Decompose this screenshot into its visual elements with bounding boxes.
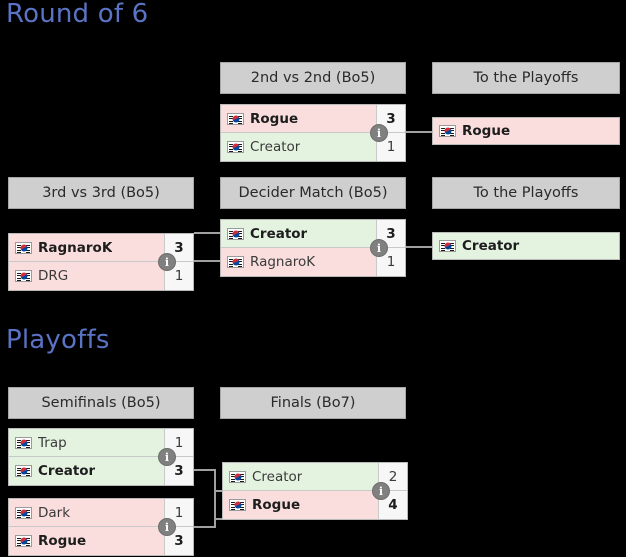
south-korea-flag-icon (229, 499, 246, 511)
opponent-name: DRG (38, 268, 69, 284)
connector-finals-top-in (214, 490, 222, 492)
opponent-name: Creator (252, 468, 303, 485)
header-decider-match-label: Decider Match (Bo5) (238, 185, 388, 201)
header-to-the-playoffs-1-label: To the Playoffs (473, 70, 579, 86)
header-finals: Finals (Bo7) (220, 387, 406, 419)
connector-sf1-vertical (214, 469, 216, 499)
connector-sf2-out (194, 526, 216, 528)
header-2nd-vs-2nd: 2nd vs 2nd (Bo5) (220, 62, 406, 94)
opponent-name: Rogue (250, 110, 299, 127)
qualified-team-creator[interactable]: Creator (432, 232, 620, 260)
opponent-top: Creator (223, 463, 378, 490)
opponent-top: Dark (9, 499, 164, 526)
connector-3rd-winner-to-decider (194, 260, 220, 262)
connector-sf2-vertical (214, 498, 216, 528)
qualified-team-name: Creator (462, 238, 520, 254)
connector-r1-to-qualified-rogue (406, 131, 432, 133)
header-3rd-vs-3rd: 3rd vs 3rd (Bo5) (8, 177, 194, 209)
connector-finals-bottom-in (214, 518, 222, 520)
opponent-name: Rogue (252, 497, 301, 513)
section-title-playoffs: Playoffs (6, 325, 110, 355)
match-info-icon[interactable]: i (158, 253, 176, 271)
qualified-team-rogue[interactable]: Rogue (432, 117, 620, 145)
south-korea-flag-icon (15, 465, 32, 477)
header-semifinals: Semifinals (Bo5) (8, 387, 194, 419)
opponent-top: Rogue (221, 105, 376, 132)
opponent-bottom: Creator (221, 133, 376, 161)
opponent-bottom: Rogue (9, 527, 164, 555)
opponent-name: RagnaroK (250, 254, 316, 270)
match-info-icon[interactable]: i (370, 124, 388, 142)
opponent-bottom: Rogue (223, 491, 378, 519)
section-title-round-of-6: Round of 6 (6, 0, 149, 29)
opponent-name: Creator (250, 225, 308, 242)
south-korea-flag-icon (15, 241, 32, 254)
opponent-name: Trap (38, 434, 67, 451)
south-korea-flag-icon (229, 470, 246, 483)
connector-sf1-out (194, 469, 216, 471)
match-info-icon[interactable]: i (370, 239, 388, 257)
header-3rd-vs-3rd-label: 3rd vs 3rd (Bo5) (42, 185, 160, 201)
opponent-name: Creator (250, 139, 301, 155)
bracket-stage: Round of 6 2nd vs 2nd (Bo5) To the Playo… (0, 0, 626, 557)
header-semifinals-label: Semifinals (Bo5) (41, 395, 161, 411)
match-info-icon[interactable]: i (372, 482, 390, 500)
match-info-icon[interactable]: i (158, 448, 176, 466)
header-decider-match: Decider Match (Bo5) (220, 177, 406, 209)
opponent-bottom: Creator (9, 457, 164, 485)
south-korea-flag-icon (15, 270, 32, 282)
match-info-icon[interactable]: i (158, 518, 176, 536)
south-korea-flag-icon (15, 535, 32, 547)
south-korea-flag-icon (15, 506, 32, 519)
south-korea-flag-icon (15, 436, 32, 449)
opponent-name: Creator (38, 463, 96, 479)
opponent-top: RagnaroK (9, 234, 164, 261)
opponent-bottom: RagnaroK (221, 248, 376, 276)
south-korea-flag-icon (227, 256, 244, 268)
connector-decider-to-qualified-creator (406, 246, 432, 248)
south-korea-flag-icon (439, 125, 456, 137)
header-to-the-playoffs-2-label: To the Playoffs (473, 185, 579, 201)
header-to-the-playoffs-2: To the Playoffs (432, 177, 620, 209)
opponent-bottom: DRG (9, 262, 164, 290)
qualified-team-name: Rogue (462, 123, 511, 139)
opponent-top: Creator (221, 220, 376, 247)
connector-2nd-loser-to-decider (194, 232, 220, 234)
header-finals-label: Finals (Bo7) (270, 395, 356, 411)
south-korea-flag-icon (227, 227, 244, 240)
opponent-name: Rogue (38, 533, 87, 549)
opponent-name: RagnaroK (38, 239, 113, 256)
header-2nd-vs-2nd-label: 2nd vs 2nd (Bo5) (250, 70, 376, 86)
south-korea-flag-icon (227, 112, 244, 125)
header-to-the-playoffs-1: To the Playoffs (432, 62, 620, 94)
opponent-top: Trap (9, 429, 164, 456)
south-korea-flag-icon (439, 240, 456, 252)
opponent-name: Dark (38, 504, 71, 521)
south-korea-flag-icon (227, 141, 244, 153)
